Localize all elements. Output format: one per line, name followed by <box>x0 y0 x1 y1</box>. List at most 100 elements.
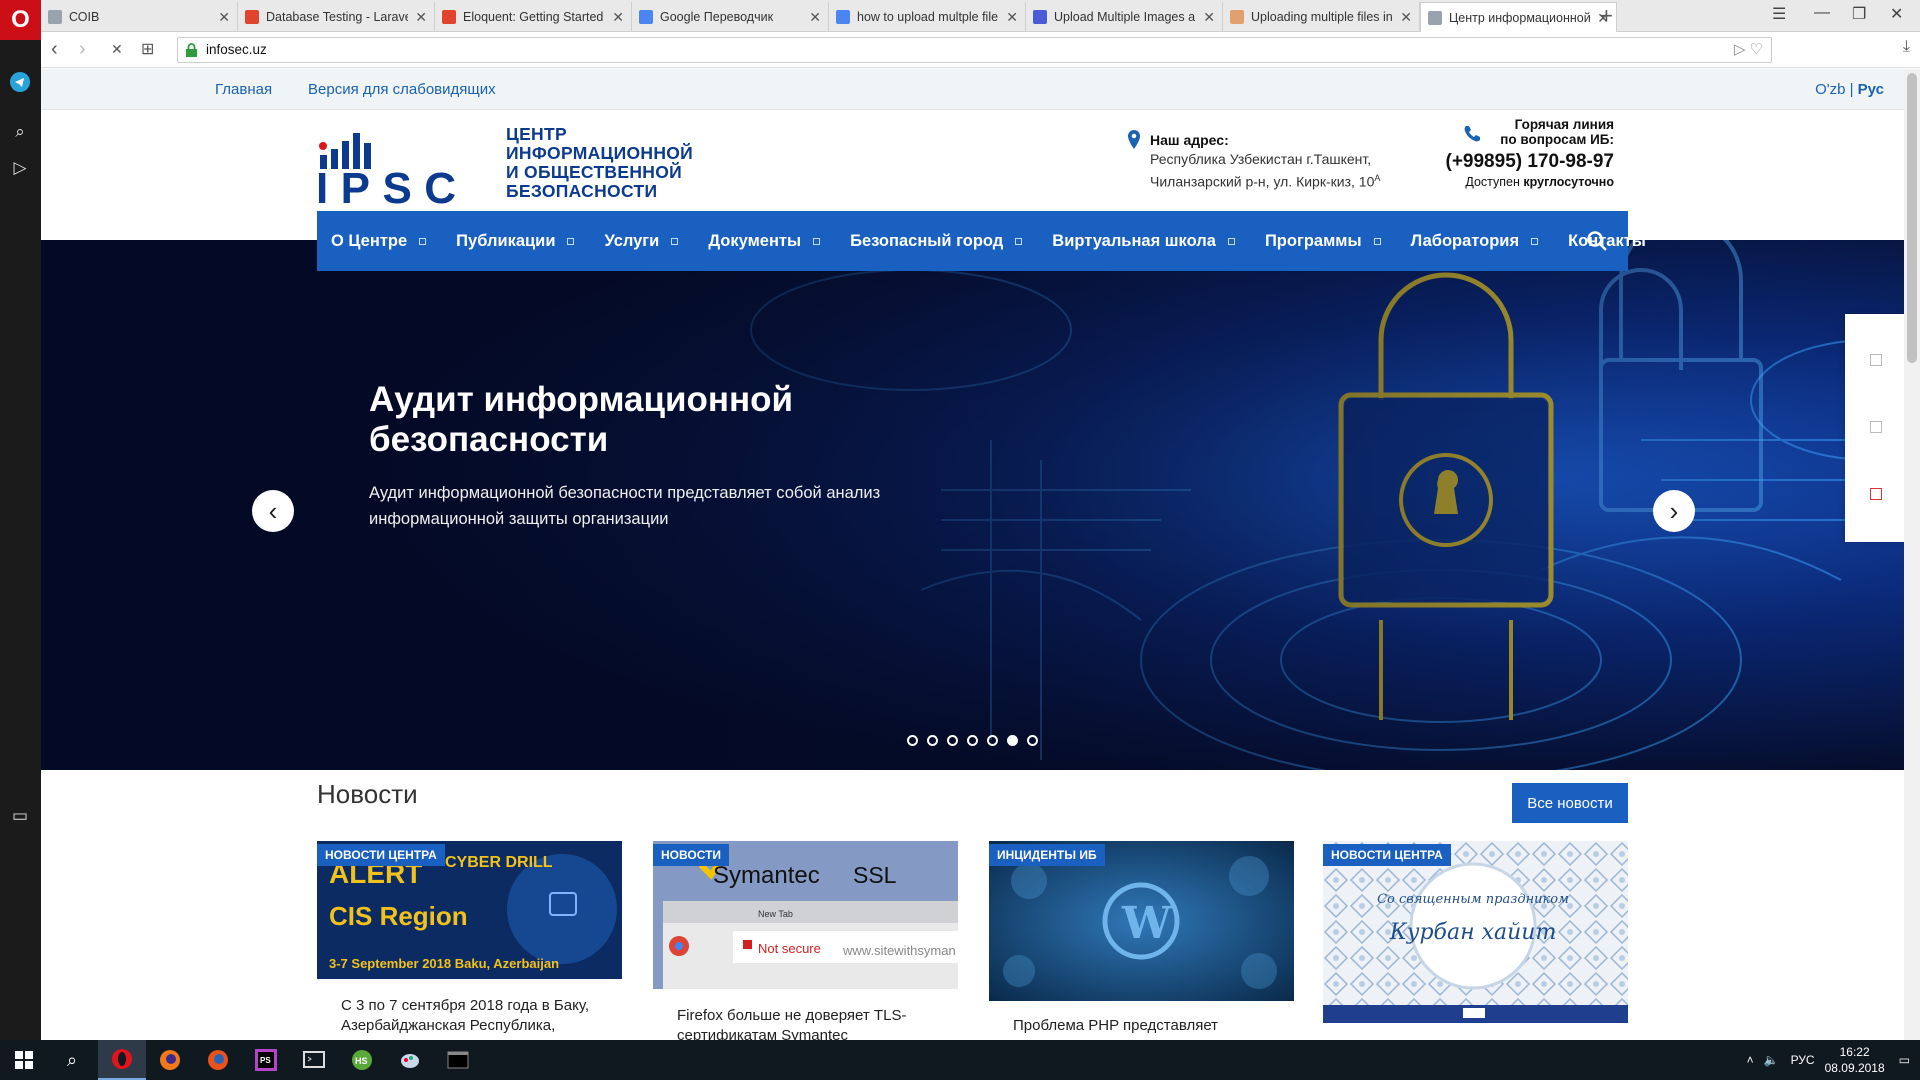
search-icon[interactable]: ⌕ <box>48 1040 96 1080</box>
tray-chevron-icon[interactable]: ˄ <box>1747 1053 1754 1067</box>
paint-taskbar-icon[interactable] <box>386 1040 434 1080</box>
browser-tab[interactable]: Google Переводчик ✕ <box>632 2 829 32</box>
browser-tab[interactable]: Database Testing - Laravel ✕ <box>238 2 435 32</box>
tab-close-icon[interactable]: ✕ <box>1203 9 1215 26</box>
share-icon-3[interactable] <box>1870 488 1882 500</box>
clock[interactable]: 16:22 08.09.2018 <box>1825 1044 1885 1076</box>
nav-item[interactable]: О Центре <box>331 232 427 251</box>
speed-dial-icon[interactable]: ⊞ <box>141 39 154 59</box>
download-icon[interactable]: ⤓ <box>1903 38 1910 56</box>
terminal-taskbar-icon[interactable] <box>290 1040 338 1080</box>
tab-favicon-icon <box>48 10 62 24</box>
address-label: Наш адрес: <box>1150 132 1229 148</box>
nav-item[interactable]: Документы <box>708 232 821 251</box>
tab-title: how to upload multple file <box>857 10 999 24</box>
slider-dot[interactable] <box>967 735 978 746</box>
tab-close-icon[interactable]: ✕ <box>415 9 427 26</box>
slide-description: Аудит информационной безопасности предст… <box>369 484 881 528</box>
tab-title: Google Переводчик <box>660 10 774 24</box>
nav-item[interactable]: Услуги <box>604 232 679 251</box>
scrollbar-thumb[interactable] <box>1907 73 1917 363</box>
news-category[interactable]: НОВОСТИ ЦЕНТРА <box>317 844 445 866</box>
opera-taskbar-icon[interactable] <box>98 1040 146 1080</box>
stop-loading-icon[interactable]: ✕ <box>111 41 123 58</box>
hotline-label-2: по вопросам ИБ: <box>1500 132 1614 147</box>
slider-dot[interactable] <box>927 735 938 746</box>
flow-icon[interactable]: ▷ <box>9 158 31 180</box>
nav-item[interactable]: Лаборатория <box>1411 232 1539 251</box>
slider-dot[interactable] <box>1007 735 1018 746</box>
news-card[interactable]: ALERT CYBER DRILL CIS Region 3-7 Septemb… <box>317 841 622 1040</box>
slider-prev-button[interactable]: ‹ <box>252 490 294 532</box>
web-page: Главная Версия для слабовидящих O'zb | Р… <box>41 69 1904 1040</box>
nav-item-label: Программы <box>1264 231 1362 250</box>
nav-item[interactable]: Программы <box>1265 232 1381 251</box>
minimize-icon[interactable]: — <box>1814 4 1830 22</box>
back-icon[interactable]: ‹ <box>51 38 58 61</box>
site-search-icon[interactable] <box>1586 230 1608 252</box>
home-link[interactable]: Главная <box>215 81 272 98</box>
sidebar-toggle-icon[interactable]: ▭ <box>9 806 31 828</box>
news-category[interactable]: НОВОСТИ <box>653 844 730 866</box>
browser-tab[interactable]: Upload Multiple Images a ✕ <box>1026 2 1223 32</box>
notifications-icon[interactable]: ▭ <box>1899 1053 1910 1067</box>
telegram-icon[interactable] <box>9 72 31 94</box>
browser-tab[interactable]: Центр информационной ✕ <box>1420 2 1617 33</box>
tab-close-icon[interactable]: ✕ <box>1006 9 1018 26</box>
news-category[interactable]: НОВОСТИ ЦЕНТРА <box>1323 844 1451 866</box>
lang-uz[interactable]: O'zb <box>1815 81 1845 98</box>
nav-item[interactable]: Виртуальная школа <box>1052 232 1235 251</box>
tab-strip: СОІВ ✕ Database Testing - Laravel ✕ Eloquent… <box>0 0 1920 33</box>
input-language[interactable]: РУС <box>1791 1053 1815 1067</box>
news-card[interactable]: Со священным праздником Курбан хайит НОВ… <box>1323 841 1628 1040</box>
tab-close-icon[interactable]: ✕ <box>612 9 624 26</box>
opera-menu-button[interactable]: O <box>0 0 41 40</box>
news-card[interactable]: W ИНЦИДЕНТЫ ИБ Проблема PHP представляет <box>989 841 1294 1040</box>
tab-menu-icon[interactable]: ☰ <box>1772 4 1786 24</box>
news-card[interactable]: Symantec SSL New Tab Not secure www.site… <box>653 841 958 1040</box>
tab-close-icon[interactable]: ✕ <box>218 9 230 26</box>
browser-tab[interactable]: how to upload multple file ✕ <box>829 2 1026 32</box>
send-icon[interactable]: ▷ <box>1734 41 1746 58</box>
tab-close-icon[interactable]: ✕ <box>1400 9 1412 26</box>
all-news-button[interactable]: Все новости <box>1512 783 1628 823</box>
share-icon-1[interactable] <box>1870 354 1882 366</box>
volume-icon[interactable]: 🔈 <box>1764 1053 1779 1067</box>
cmd-taskbar-icon[interactable] <box>434 1040 482 1080</box>
url-field[interactable]: infosec.uz ▷ ♡ <box>177 37 1772 63</box>
bookmark-heart-icon[interactable]: ♡ <box>1750 41 1763 58</box>
forward-icon[interactable]: › <box>79 38 86 61</box>
slider-next-button[interactable]: › <box>1653 490 1695 532</box>
tab-close-icon[interactable]: ✕ <box>809 9 821 26</box>
news-category[interactable]: ИНЦИДЕНТЫ ИБ <box>989 844 1105 866</box>
hotline-phone[interactable]: (+99895) 170-98-97 <box>1384 151 1615 173</box>
slider-dot[interactable] <box>1027 735 1038 746</box>
search-icon[interactable]: ⌕ <box>9 122 31 144</box>
page-scrollbar[interactable] <box>1904 69 1920 1040</box>
svg-text:New Tab: New Tab <box>758 909 793 919</box>
slider-pagination <box>907 735 1047 746</box>
slider-dot[interactable] <box>907 735 918 746</box>
news-heading: Новости <box>317 779 418 809</box>
windows-start-icon[interactable] <box>0 1040 48 1080</box>
heidisql-taskbar-icon[interactable]: HS <box>338 1040 386 1080</box>
nav-item-label: Виртуальная школа <box>1052 231 1216 250</box>
browser-tab[interactable]: СОІВ ✕ <box>41 2 238 32</box>
restore-icon[interactable]: ❐ <box>1852 4 1866 24</box>
lang-ru[interactable]: Рус <box>1858 81 1884 98</box>
firefox-dev-taskbar-icon[interactable] <box>194 1040 242 1080</box>
tab-favicon-icon <box>836 10 850 24</box>
slider-dot[interactable] <box>987 735 998 746</box>
slider-dot[interactable] <box>947 735 958 746</box>
browser-tab[interactable]: Eloquent: Getting Started ✕ <box>435 2 632 32</box>
new-tab-button[interactable]: + <box>1600 3 1613 29</box>
browser-tab[interactable]: Uploading multiple files in ✕ <box>1223 2 1420 32</box>
phpstorm-taskbar-icon[interactable]: PS <box>242 1040 290 1080</box>
close-window-icon[interactable]: ✕ <box>1890 4 1903 24</box>
slide-title: Аудит информационной безопасности <box>369 380 794 459</box>
nav-item[interactable]: Публикации <box>456 232 575 251</box>
firefox-taskbar-icon[interactable] <box>146 1040 194 1080</box>
share-icon-2[interactable] <box>1870 421 1882 433</box>
accessibility-link[interactable]: Версия для слабовидящих <box>308 81 496 98</box>
nav-item[interactable]: Безопасный город <box>850 232 1023 251</box>
